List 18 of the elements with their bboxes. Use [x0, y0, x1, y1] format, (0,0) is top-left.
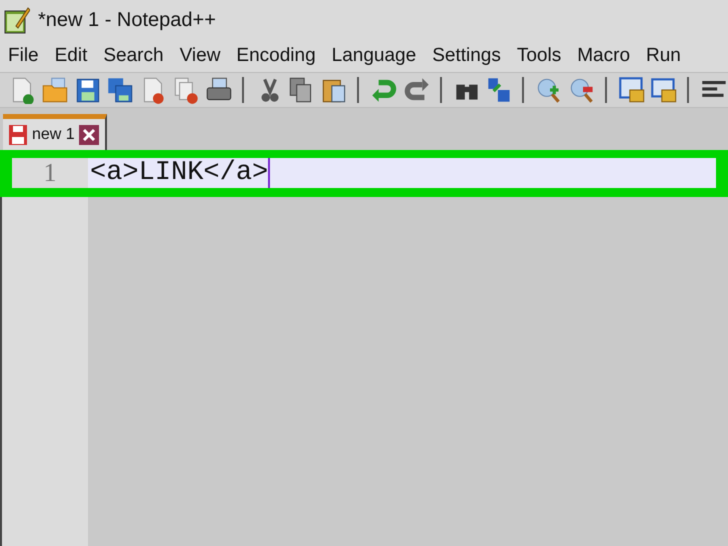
menu-item[interactable]: Macro — [577, 42, 638, 70]
line-number: 1 — [12, 158, 88, 188]
locked-window-icon[interactable] — [648, 76, 678, 104]
text-cursor — [268, 158, 270, 188]
menu-item[interactable]: Settings — [432, 42, 509, 70]
file-tab[interactable]: new 1 — [3, 114, 107, 150]
menu-item[interactable]: Encoding — [236, 42, 324, 70]
notepad-icon — [4, 6, 30, 34]
menu-item[interactable]: Run — [646, 42, 689, 70]
menu-item[interactable]: View — [180, 42, 228, 70]
close-tab-icon[interactable] — [78, 124, 99, 144]
menu-item[interactable]: Search — [103, 42, 172, 70]
menu-item[interactable]: File — [8, 42, 47, 70]
menu-item[interactable]: Edit — [54, 42, 96, 70]
window-title: *new 1 - Notepad++ — [38, 8, 216, 33]
code-line: <a>LINK</a> — [90, 158, 268, 188]
menu-item[interactable]: Language — [332, 42, 424, 70]
menu-item[interactable]: Tools — [516, 42, 570, 70]
